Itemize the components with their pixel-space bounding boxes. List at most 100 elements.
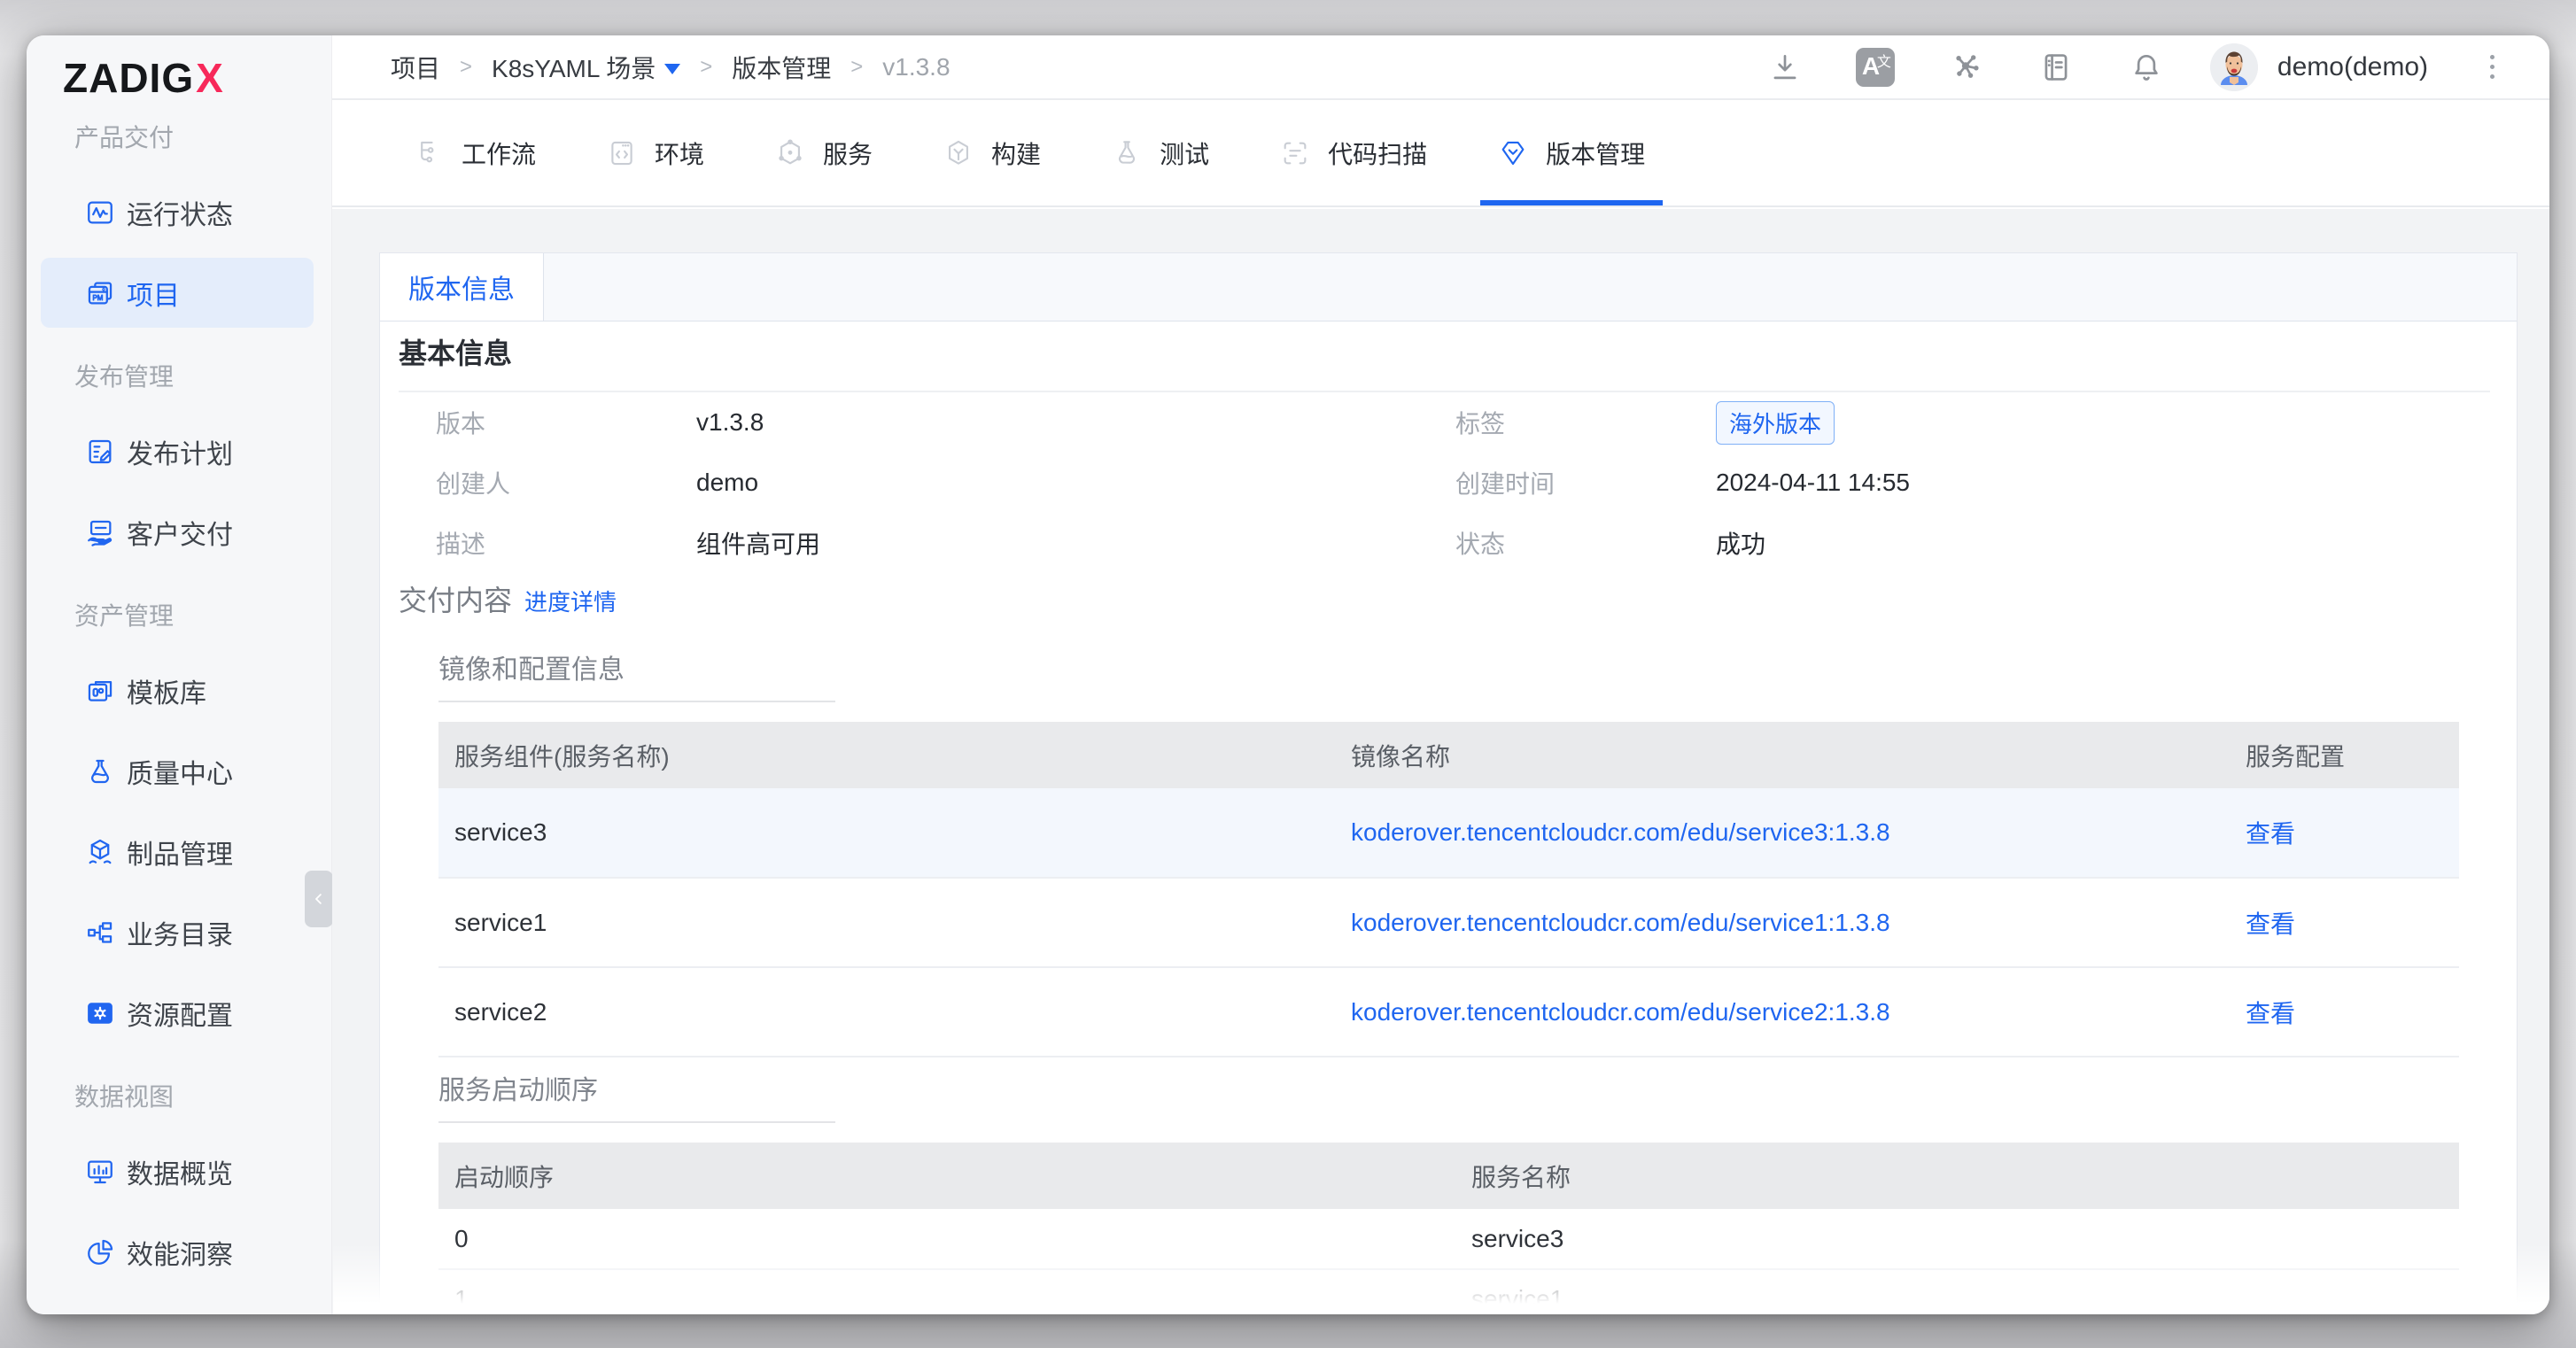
app-window: ZADIG X 产品交付 运行状态 PM 项目 发布管理 发布计划 [27,35,2549,1314]
delivery-title: 交付内容 [399,578,512,619]
artifact-box-icon [85,837,115,867]
brand-primary: ZADIG [63,54,194,102]
field-tag: 标签 海外版本 [1455,392,2490,453]
nav-test[interactable]: 测试 [1112,100,1209,205]
sidebar-item-label: 运行状态 [127,193,233,232]
service-cube-icon [775,138,805,168]
topbar-actions: A文 demo(demo) [1765,43,2500,91]
view-config-link[interactable]: 查看 [2246,820,2295,848]
basic-info-fields: 版本 v1.3.8 标签 海外版本 创建人 demo 创建时间 [399,392,2490,573]
nav-version-mgmt[interactable]: 版本管理 [1498,100,1645,205]
tab-version-info[interactable]: 版本信息 [380,253,544,321]
business-catalog-icon [85,918,115,948]
sidebar-item-run-status[interactable]: 运行状态 [41,177,314,247]
sidebar-group-product-delivery: 产品交付 [74,122,331,154]
sidebar-item-label: 质量中心 [127,752,233,791]
resource-gear-icon [85,998,115,1028]
nav-environment[interactable]: 环境 [607,100,704,205]
nav-build[interactable]: 构建 [943,100,1041,205]
sidebar-group-release-mgmt: 发布管理 [74,361,331,393]
breadcrumb-current-version: v1.3.8 [882,53,950,81]
project-navbar: 工作流 环境 服务 构建 测试 代码扫描 [332,100,2549,207]
table-header-row: 服务组件(服务名称) 镜像名称 服务配置 [438,722,2459,788]
sidebar-item-artifact-mgmt[interactable]: 制品管理 [41,817,314,887]
sidebar-item-resource-config[interactable]: 资源配置 [41,978,314,1048]
translate-icon[interactable]: A文 [1856,48,1895,87]
sidebar-item-label: 发布计划 [127,432,233,471]
projects-icon: PM [85,278,115,308]
tab-strip: 版本信息 [380,253,2517,322]
sidebar-item-release-plan[interactable]: 发布计划 [41,416,314,486]
sidebar-item-label: 项目 [127,274,180,313]
table-header-row: 启动顺序 服务名称 [438,1143,2459,1209]
monitor-pulse-icon [85,198,115,228]
col-image-name: 镜像名称 [1351,722,2246,788]
sidebar-group-asset-mgmt: 资产管理 [74,600,331,632]
sidebar-item-customer-delivery[interactable]: 客户交付 [41,497,314,567]
sidebar-item-business-catalog[interactable]: 业务目录 [41,897,314,967]
sidebar-item-projects[interactable]: PM 项目 [41,258,314,328]
image-link[interactable]: koderover.tencentcloudcr.com/edu/service… [1351,818,1890,846]
sidebar-item-label: 业务目录 [127,913,233,952]
divider [438,701,835,702]
plan-edit-icon [85,437,115,467]
tag-badge: 海外版本 [1716,401,1835,445]
nav-code-scan[interactable]: 代码扫描 [1280,100,1427,205]
brand-accent: X [196,54,224,102]
breadcrumb-project-name[interactable]: K8sYAML 场景 [492,50,680,85]
image-section-title: 镜像和配置信息 [438,653,2490,688]
user-menu[interactable]: demo(demo) [2210,43,2428,91]
sidebar-item-quality-center[interactable]: 质量中心 [41,736,314,806]
field-creator: 创建人 demo [436,453,1455,513]
sidebar-item-data-overview[interactable]: 数据概览 [41,1136,314,1206]
download-icon[interactable] [1765,48,1804,87]
col-service-config: 服务配置 [2246,722,2459,788]
col-boot-order: 启动顺序 [438,1143,1471,1209]
docs-book-icon[interactable] [2037,48,2076,87]
main-area: 项目 > K8sYAML 场景 > 版本管理 > v1.3.8 A文 [332,35,2549,1314]
svg-text:PM: PM [93,293,104,301]
topbar: 项目 > K8sYAML 场景 > 版本管理 > v1.3.8 A文 [332,35,2549,100]
more-menu-icon[interactable] [2485,50,2500,84]
image-link[interactable]: koderover.tencentcloudcr.com/edu/service… [1351,998,1890,1026]
network-graph-icon[interactable] [1946,48,1985,87]
table-row: 0 service3 [438,1209,2459,1269]
table-row: service2 koderover.tencentcloudcr.com/ed… [438,967,2459,1057]
divider [438,1121,835,1123]
view-config-link[interactable]: 查看 [2246,910,2295,938]
table-row: 1 service1 [438,1269,2459,1314]
sidebar-item-label: 模板库 [127,671,206,710]
workflow-icon [414,138,444,168]
breadcrumb-separator: > [850,55,863,80]
sidebar-item-label: 资源配置 [127,994,233,1033]
avatar[interactable] [2210,43,2258,91]
breadcrumb-separator: > [460,55,472,80]
sidebar-collapse-button[interactable] [305,871,333,927]
sidebar-item-insight[interactable]: 效能洞察 [41,1217,314,1287]
sidebar-item-label: 数据概览 [127,1152,233,1191]
nav-workflow[interactable]: 工作流 [414,100,536,205]
table-row: service3 koderover.tencentcloudcr.com/ed… [438,788,2459,878]
progress-detail-link[interactable]: 进度详情 [524,585,617,617]
field-status: 状态 成功 [1455,513,2490,573]
sidebar-item-label: 效能洞察 [127,1233,233,1272]
sidebar-item-template-library[interactable]: 模板库 [41,655,314,725]
image-config-table: 服务组件(服务名称) 镜像名称 服务配置 service3 koderover.… [438,722,2459,1057]
breadcrumb-projects[interactable]: 项目 [391,50,440,85]
sidebar-item-label: 客户交付 [127,513,233,552]
breadcrumb-separator: > [700,55,712,80]
boot-order-title: 服务启动顺序 [438,1073,2490,1109]
sidebar-item-label: 制品管理 [127,833,233,872]
breadcrumb: 项目 > K8sYAML 场景 > 版本管理 > v1.3.8 [391,50,950,85]
col-service-name: 服务名称 [1471,1143,2459,1209]
notification-bell-icon[interactable] [2127,48,2166,87]
dropdown-caret-icon[interactable] [664,64,680,74]
nav-service[interactable]: 服务 [775,100,873,205]
view-config-link[interactable]: 查看 [2246,1000,2295,1027]
field-version: 版本 v1.3.8 [436,392,1455,453]
breadcrumb-version-mgmt[interactable]: 版本管理 [732,50,831,85]
chevron-left-icon [311,891,327,907]
image-link[interactable]: koderover.tencentcloudcr.com/edu/service… [1351,909,1890,936]
field-description: 描述 组件高可用 [436,513,1455,573]
code-scan-icon [1280,138,1310,168]
